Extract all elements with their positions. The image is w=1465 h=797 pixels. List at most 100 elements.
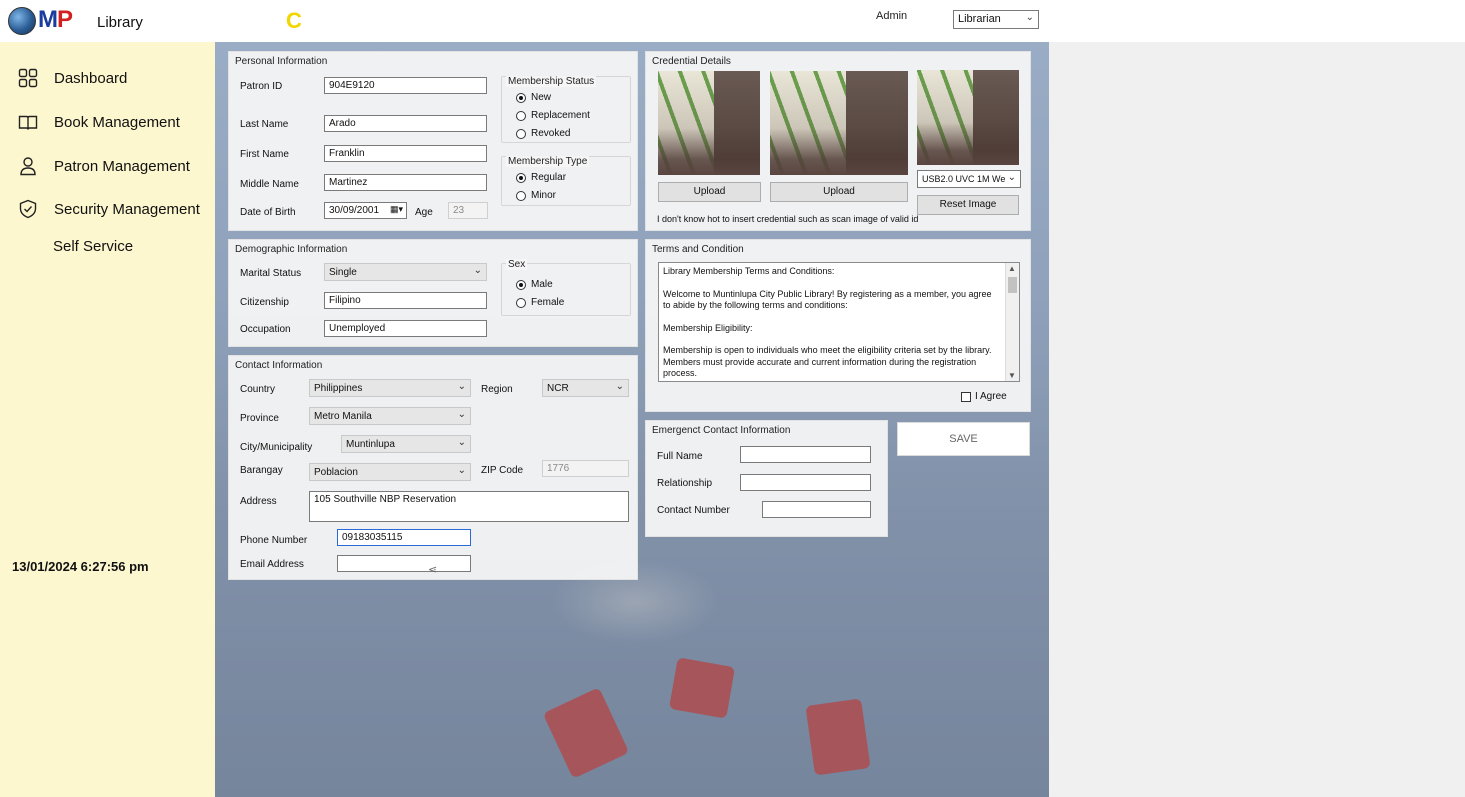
logo-letter-p: P bbox=[57, 6, 73, 33]
credential-image-2 bbox=[770, 71, 908, 175]
city-label: City/Municipality bbox=[240, 442, 313, 453]
upload-button-1[interactable]: Upload bbox=[658, 182, 761, 202]
membership-status-group: Membership Status New Replacement Revoke… bbox=[501, 76, 631, 143]
region-value: NCR bbox=[547, 383, 569, 394]
globe-logo-icon bbox=[8, 7, 36, 35]
radio-status-replacement[interactable]: Replacement bbox=[516, 110, 590, 121]
book-icon bbox=[18, 115, 38, 130]
camera-select[interactable]: USB2.0 UVC 1M We ⌄ bbox=[917, 170, 1021, 188]
sidebar-item-self-service[interactable]: Self Service bbox=[53, 238, 133, 255]
address-label: Address bbox=[240, 496, 277, 507]
radio-label: Replacement bbox=[531, 110, 590, 121]
city-select[interactable]: Muntinlupa ⌄ bbox=[341, 435, 471, 453]
radio-button bbox=[516, 172, 526, 183]
role-select[interactable]: Librarian ⌄ bbox=[953, 10, 1039, 29]
save-button[interactable]: SAVE bbox=[897, 422, 1030, 456]
group-title: Sex bbox=[506, 259, 528, 270]
camera-preview bbox=[917, 70, 1019, 165]
citizenship-input[interactable]: Filipino bbox=[324, 292, 487, 309]
logo-letter-m: M bbox=[38, 6, 58, 33]
marital-status-value: Single bbox=[329, 267, 357, 278]
occupation-label: Occupation bbox=[240, 324, 291, 335]
country-select[interactable]: Philippines ⌄ bbox=[309, 379, 471, 397]
last-name-input[interactable]: Arado bbox=[324, 115, 487, 132]
camera-select-value: USB2.0 UVC 1M We bbox=[922, 174, 1006, 184]
marital-status-label: Marital Status bbox=[240, 268, 302, 279]
middle-name-input[interactable]: Martinez bbox=[324, 174, 487, 191]
radio-button bbox=[516, 297, 526, 308]
contact-panel: Contact Information Country Philippines ⌄… bbox=[228, 355, 638, 580]
radio-button bbox=[516, 128, 526, 139]
emergency-relationship-input[interactable] bbox=[740, 474, 871, 491]
radio-button bbox=[516, 92, 526, 103]
country-value: Philippines bbox=[314, 383, 363, 394]
region-select[interactable]: NCR ⌄ bbox=[542, 379, 629, 397]
reset-image-button[interactable]: Reset Image bbox=[917, 195, 1019, 215]
barangay-label: Barangay bbox=[240, 465, 283, 476]
barangay-value: Poblacion bbox=[314, 467, 358, 478]
first-name-input[interactable]: Franklin bbox=[324, 145, 487, 162]
radio-sex-female[interactable]: Female bbox=[516, 297, 564, 308]
radio-button bbox=[516, 279, 526, 290]
datetime-clock: 13/01/2024 6:27:56 pm bbox=[12, 559, 149, 574]
app-window: MP Library C Admin Librarian ⌄ Dashboard… bbox=[0, 0, 1465, 797]
relationship-label: Relationship bbox=[657, 478, 713, 489]
marital-status-select[interactable]: Single ⌄ bbox=[324, 263, 487, 281]
radio-status-new[interactable]: New bbox=[516, 92, 551, 103]
age-input[interactable]: 23 bbox=[448, 202, 488, 219]
radio-type-minor[interactable]: Minor bbox=[516, 190, 556, 201]
panel-title: Terms and Condition bbox=[652, 244, 744, 255]
dob-label: Date of Birth bbox=[240, 207, 296, 218]
scroll-thumb[interactable] bbox=[1008, 277, 1017, 293]
group-title: Membership Status bbox=[506, 76, 597, 87]
chevron-down-icon: ⌄ bbox=[457, 437, 466, 448]
sidebar-item-security-management[interactable]: Security Management bbox=[18, 199, 200, 219]
email-input[interactable] bbox=[337, 555, 471, 572]
address-input[interactable]: 105 Southville NBP Reservation bbox=[309, 491, 629, 522]
user-label: Admin bbox=[876, 10, 908, 22]
email-label: Email Address bbox=[240, 559, 304, 570]
radio-type-regular[interactable]: Regular bbox=[516, 172, 566, 183]
membership-type-group: Membership Type Regular Minor bbox=[501, 156, 631, 206]
middle-name-label: Middle Name bbox=[240, 179, 299, 190]
panel-title: Personal Information bbox=[235, 56, 328, 67]
panel-title: Emergenct Contact Information bbox=[652, 425, 791, 436]
phone-input[interactable]: 09183035115 bbox=[337, 529, 471, 546]
emergency-full-name-input[interactable] bbox=[740, 446, 871, 463]
occupation-input[interactable]: Unemployed bbox=[324, 320, 487, 337]
terms-textarea[interactable]: Library Membership Terms and Conditions:… bbox=[658, 262, 1020, 382]
floor-cushion bbox=[668, 657, 736, 719]
empty-area bbox=[1049, 42, 1465, 797]
full-name-label: Full Name bbox=[657, 451, 703, 462]
zip-input[interactable]: 1776 bbox=[542, 460, 629, 477]
province-label: Province bbox=[240, 413, 279, 424]
patron-id-input[interactable]: 904E9120 bbox=[324, 77, 487, 94]
upload-button-2[interactable]: Upload bbox=[770, 182, 908, 202]
radio-button bbox=[516, 190, 526, 201]
scroll-up-icon[interactable]: ▲ bbox=[1008, 264, 1016, 273]
radio-status-revoked[interactable]: Revoked bbox=[516, 128, 570, 139]
radio-label: Female bbox=[531, 297, 565, 308]
credential-image-1 bbox=[658, 71, 760, 175]
sidebar-item-book-management[interactable]: Book Management bbox=[18, 112, 180, 132]
radio-label: New bbox=[531, 92, 552, 103]
province-select[interactable]: Metro Manila ⌄ bbox=[309, 407, 471, 425]
scroll-down-icon[interactable]: ▼ bbox=[1008, 371, 1016, 380]
sidebar-item-dashboard[interactable]: Dashboard bbox=[18, 68, 127, 88]
agree-checkbox[interactable]: I Agree bbox=[961, 391, 1007, 402]
app-logo: MP bbox=[38, 6, 73, 34]
terms-scrollbar[interactable]: ▲ ▼ bbox=[1005, 263, 1019, 381]
chevron-down-icon: ⌄ bbox=[457, 465, 466, 476]
radio-sex-male[interactable]: Male bbox=[516, 279, 553, 290]
dob-picker[interactable]: 30/09/2001 ▦▾ bbox=[324, 202, 407, 219]
app-title: Library bbox=[97, 14, 143, 31]
text-cursor-icon: ⋖ bbox=[428, 564, 438, 576]
sex-group: Sex Male Female bbox=[501, 259, 631, 316]
barangay-select[interactable]: Poblacion ⌄ bbox=[309, 463, 471, 481]
age-label: Age bbox=[415, 207, 433, 218]
emergency-contact-number-input[interactable] bbox=[762, 501, 871, 518]
radio-button bbox=[516, 110, 526, 121]
sidebar-item-patron-management[interactable]: Patron Management bbox=[18, 156, 190, 176]
citizenship-label: Citizenship bbox=[240, 297, 289, 308]
emergency-contact-panel: Emergenct Contact Information Full Name … bbox=[645, 420, 888, 537]
